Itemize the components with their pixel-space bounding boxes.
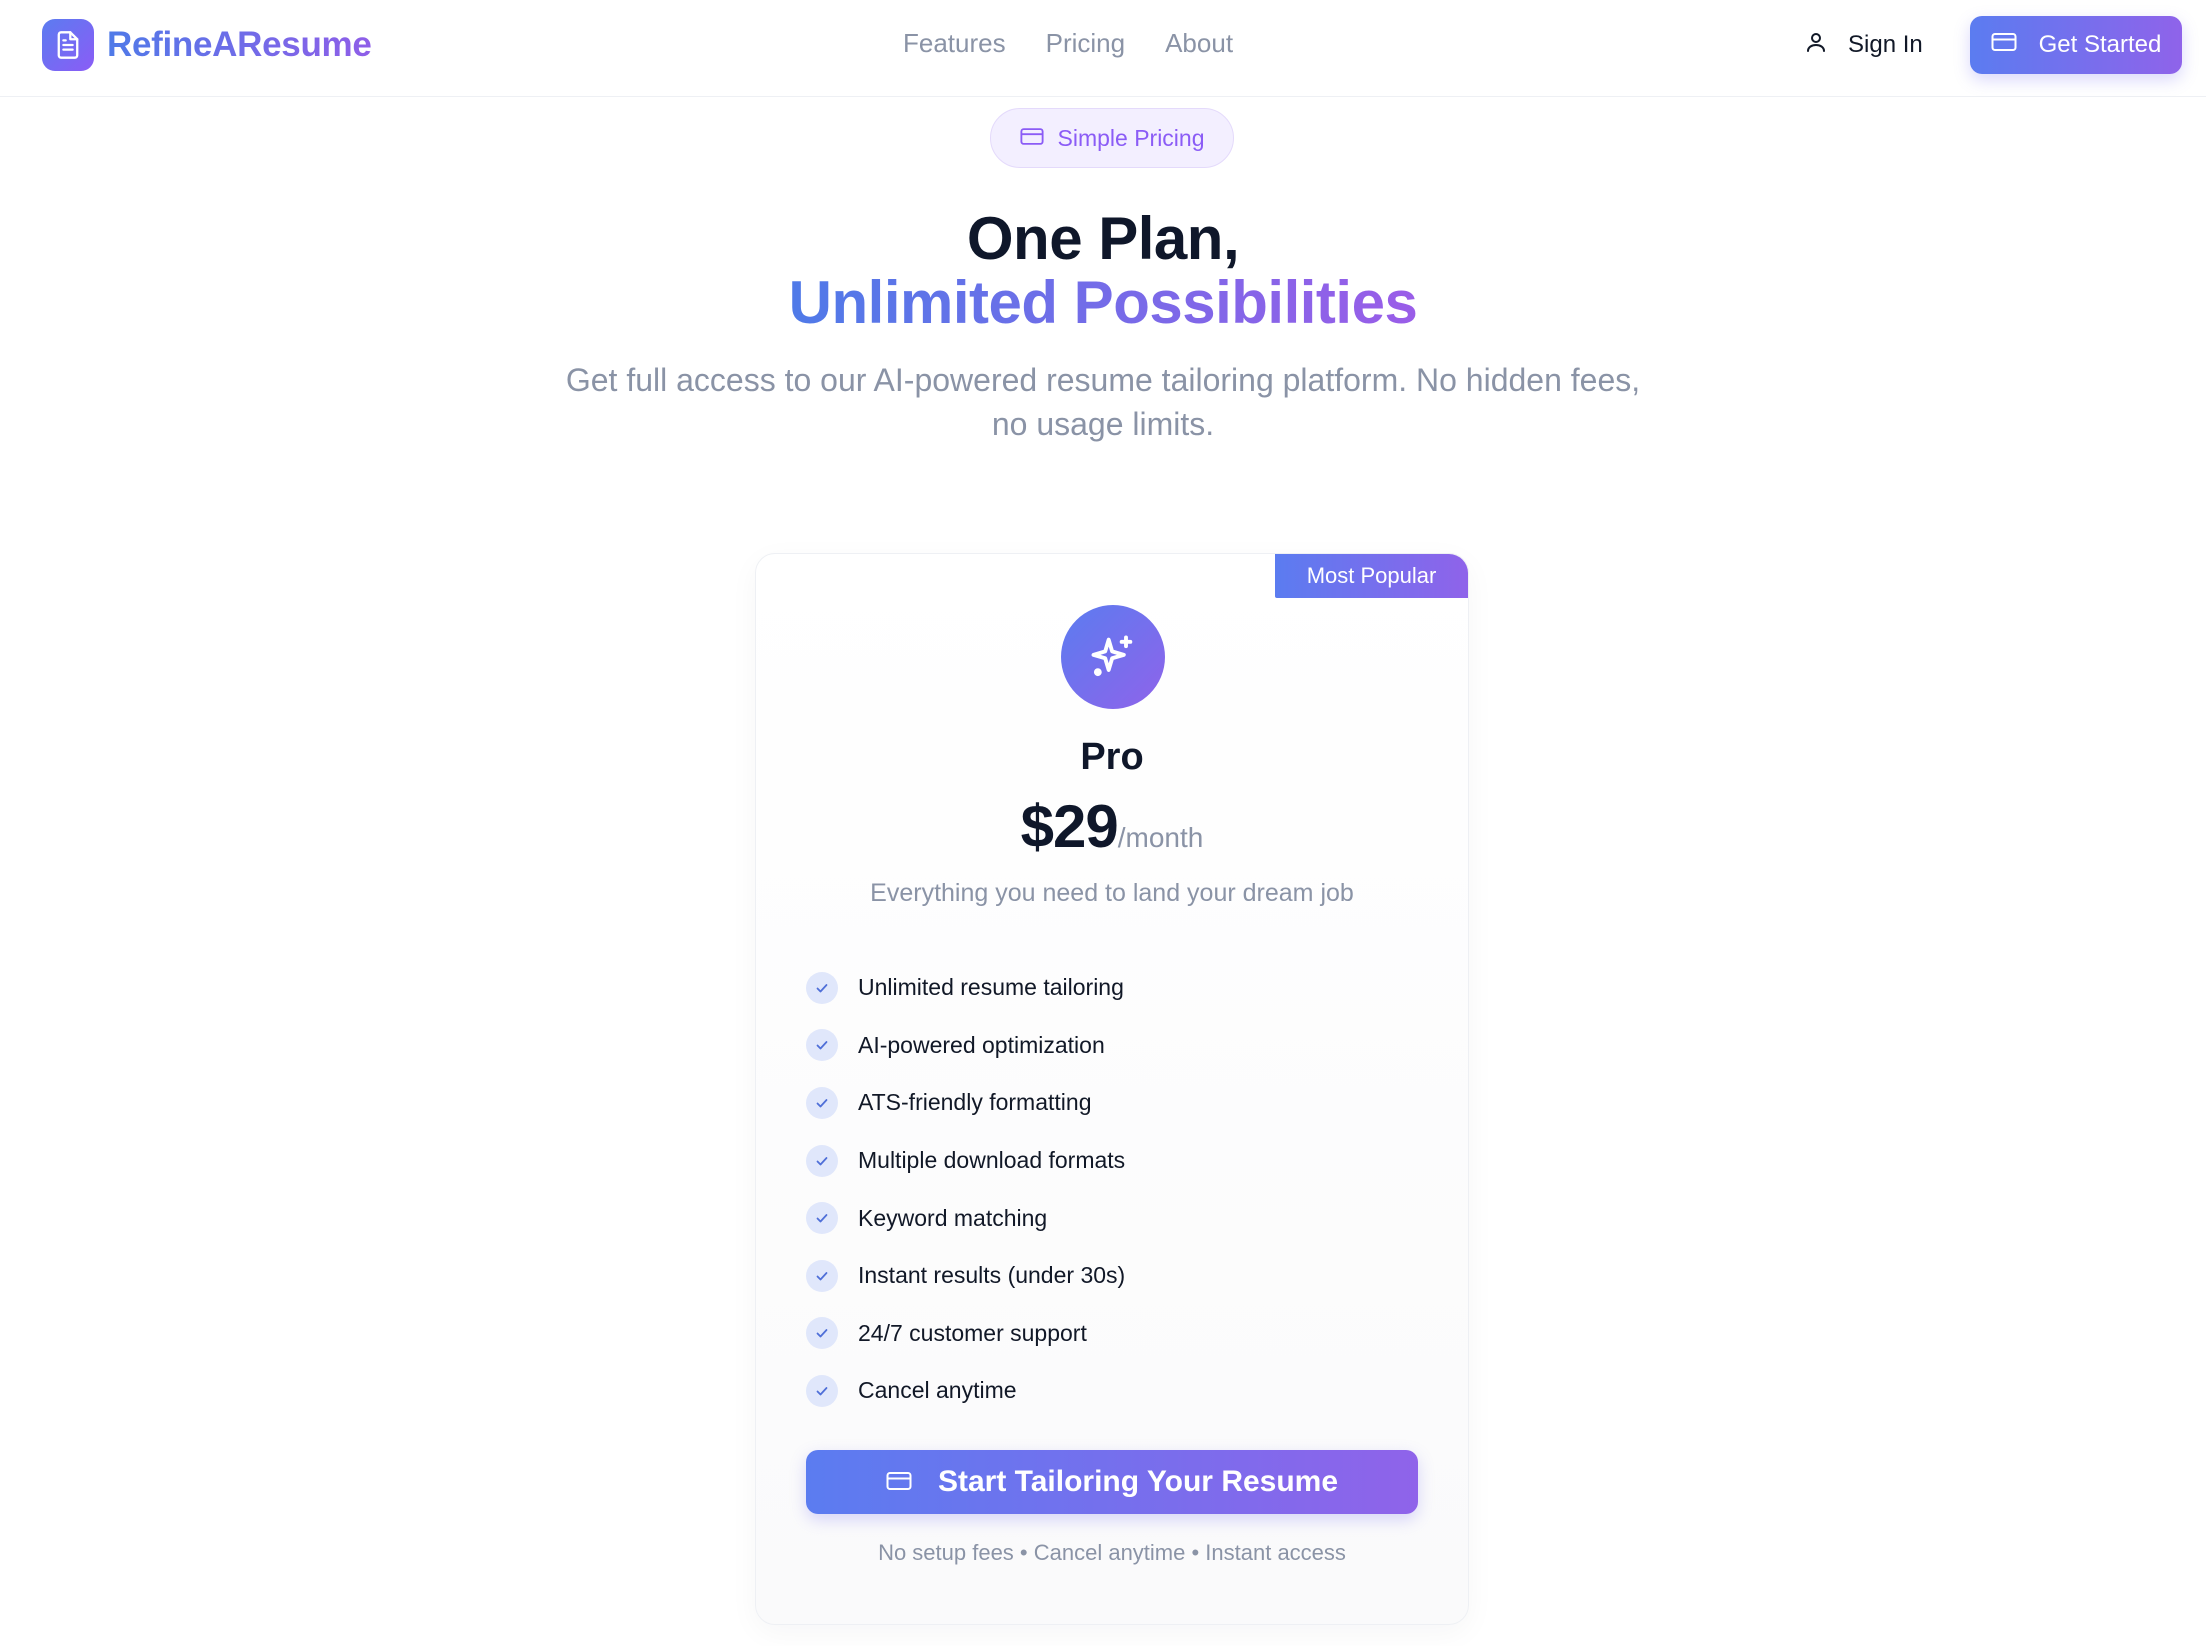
plan-period: /month xyxy=(1117,822,1204,853)
check-icon xyxy=(806,971,838,1004)
feature-item: Cancel anytime xyxy=(806,1362,1125,1420)
get-started-button[interactable]: Get Started xyxy=(1970,16,2182,74)
feature-label: ATS-friendly formatting xyxy=(858,1089,1092,1116)
credit-card-icon xyxy=(886,1465,912,1499)
nav-features[interactable]: Features xyxy=(903,28,1006,59)
nav-about[interactable]: About xyxy=(1165,28,1233,59)
feature-label: Instant results (under 30s) xyxy=(858,1262,1126,1289)
check-icon xyxy=(806,1259,838,1292)
hero-title-line1: One Plan, xyxy=(966,205,1240,272)
feature-item: ATS-friendly formatting xyxy=(806,1074,1125,1132)
check-icon xyxy=(806,1144,838,1177)
check-icon xyxy=(806,1374,838,1407)
feature-label: Keyword matching xyxy=(858,1204,1048,1231)
feature-label: AI-powered optimization xyxy=(858,1031,1105,1058)
feature-label: Unlimited resume tailoring xyxy=(858,974,1124,1001)
start-tailoring-button[interactable]: Start Tailoring Your Resume xyxy=(806,1450,1418,1514)
feature-item: AI-powered optimization xyxy=(806,1017,1125,1075)
hero-subtitle: Get full access to our AI-powered resume… xyxy=(565,362,1641,442)
most-popular-badge: Most Popular xyxy=(1275,554,1468,598)
feature-item: Multiple download formats xyxy=(806,1132,1125,1190)
feature-label: Multiple download formats xyxy=(858,1147,1126,1174)
document-icon xyxy=(42,19,94,71)
feature-item: Instant results (under 30s) xyxy=(806,1247,1125,1305)
hero-title-line2: Unlimited Possibilities xyxy=(0,268,2206,337)
user-icon xyxy=(1804,30,1828,61)
plan-tagline: Everything you need to land your dream j… xyxy=(870,879,1354,907)
simple-pricing-pill: Simple Pricing xyxy=(990,108,1234,168)
hero-title-gradient: Unlimited Possibilities xyxy=(788,269,1418,336)
sign-in-button[interactable]: Sign In xyxy=(1804,22,1923,68)
brand-name: RefineAResume xyxy=(107,25,372,64)
main-nav: Features Pricing About xyxy=(903,28,1233,59)
feature-label: 24/7 customer support xyxy=(858,1319,1087,1346)
check-icon xyxy=(806,1029,838,1062)
credit-card-icon xyxy=(1991,31,2017,59)
plan-name: Pro xyxy=(1080,736,1144,778)
check-icon xyxy=(806,1202,838,1235)
pill-label: Simple Pricing xyxy=(1057,124,1205,151)
check-icon xyxy=(806,1317,838,1350)
sparkles-icon xyxy=(1061,605,1165,709)
site-header: RefineAResume Features Pricing About Sig… xyxy=(0,0,2206,97)
price-row: $29/month xyxy=(756,792,1468,861)
brand-logo[interactable]: RefineAResume xyxy=(42,19,372,71)
nav-pricing[interactable]: Pricing xyxy=(1046,28,1125,59)
feature-item: Unlimited resume tailoring xyxy=(806,959,1125,1017)
check-icon xyxy=(806,1086,838,1119)
feature-list: Unlimited resume tailoring AI-powered op… xyxy=(806,959,1125,1420)
cta-label: Start Tailoring Your Resume xyxy=(937,1465,1339,1498)
feature-label: Cancel anytime xyxy=(858,1377,1017,1404)
credit-card-icon xyxy=(1019,125,1044,152)
plan-price: $29 xyxy=(1020,793,1119,860)
plan-footnote: No setup fees • Cancel anytime • Instant… xyxy=(878,1540,1346,1565)
get-started-label: Get Started xyxy=(2038,31,2162,58)
sign-in-label: Sign In xyxy=(1848,31,1923,58)
pricing-card: Most Popular Pro $29/month Everything yo… xyxy=(755,553,1469,1625)
feature-item: 24/7 customer support xyxy=(806,1305,1125,1363)
feature-item: Keyword matching xyxy=(806,1189,1125,1247)
